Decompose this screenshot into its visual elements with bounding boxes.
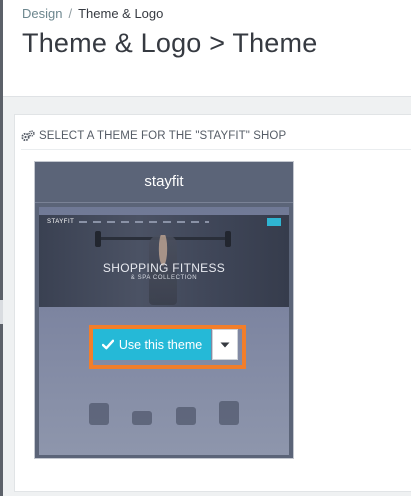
theme-panel: SELECT A THEME FOR THE "STAYFIT" SHOP st… (14, 114, 411, 492)
page-title: Theme & Logo > Theme (22, 28, 318, 58)
check-icon (101, 339, 114, 350)
theme-options-dropdown-toggle[interactable] (212, 329, 238, 360)
preview-cart (267, 218, 281, 226)
preview-weight-right (225, 231, 231, 247)
breadcrumb-separator: / (68, 6, 73, 21)
caret-down-icon (220, 342, 230, 347)
preview-products (89, 395, 239, 425)
theme-name: stayfit (35, 162, 293, 203)
use-this-theme-button[interactable]: Use this theme (93, 329, 211, 360)
panel-heading-text: SELECT A THEME FOR THE "STAYFIT" SHOP (39, 130, 287, 142)
preview-hero-subtitle: & SPA COLLECTION (130, 275, 198, 281)
page-header: Design / Theme & Logo Theme & Logo > Theme (3, 0, 411, 97)
preview-hero-banner: STAYFIT SHOPPING FITNESS & SPA COLLECTIO… (39, 215, 289, 307)
theme-card: stayfit STAYFIT SHOPPING FITNESS & SPA C… (34, 161, 294, 459)
preview-hero-title: SHOPPING FITNESS (102, 261, 226, 275)
breadcrumb: Design / Theme & Logo (22, 6, 163, 21)
theme-preview-image: STAYFIT SHOPPING FITNESS & SPA COLLECTIO… (39, 207, 289, 455)
preview-weight-left (95, 231, 101, 247)
panel-heading: SELECT A THEME FOR THE "STAYFIT" SHOP (21, 123, 411, 150)
preview-product (89, 403, 109, 425)
use-this-theme-label: Use this theme (118, 337, 203, 352)
preview-product (175, 407, 196, 425)
breadcrumb-current: Theme & Logo (78, 6, 164, 21)
preview-logo: STAYFIT (47, 219, 75, 225)
preview-product (132, 411, 153, 425)
preview-nav (79, 221, 209, 223)
preview-product (218, 401, 239, 425)
breadcrumb-link-design[interactable]: Design (22, 6, 62, 21)
main-content: SELECT A THEME FOR THE "STAYFIT" SHOP st… (3, 97, 411, 496)
cogs-icon (21, 130, 35, 142)
